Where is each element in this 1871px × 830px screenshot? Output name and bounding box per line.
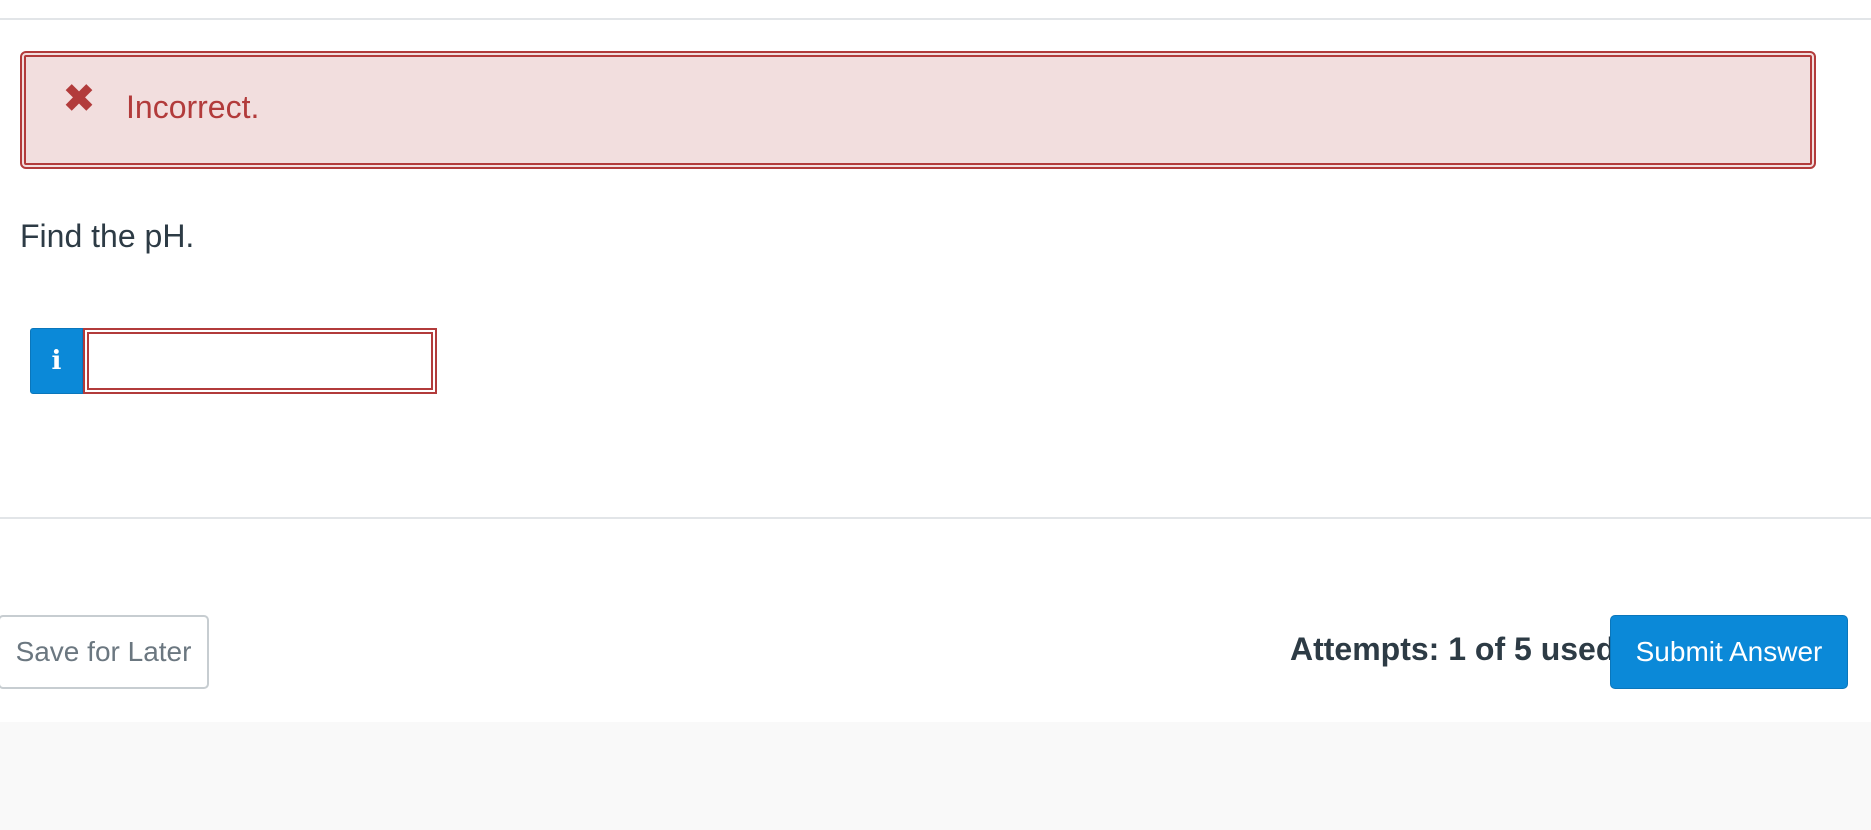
submit-answer-button[interactable]: Submit Answer (1610, 615, 1848, 689)
info-icon[interactable]: i (30, 328, 83, 394)
save-for-later-button[interactable]: Save for Later (0, 615, 209, 689)
answer-field[interactable] (83, 328, 437, 394)
question-prompt: Find the pH. (20, 218, 195, 254)
section-divider (0, 517, 1871, 519)
attempts-counter: Attempts: 1 of 5 used (1290, 631, 1616, 667)
quiz-question-page: ✖ Incorrect. Find the pH. i Save for Lat… (0, 0, 1871, 830)
answer-input-group: i (30, 328, 437, 394)
question-footer: Save for Later Attempts: 1 of 5 used Sub… (0, 600, 1871, 700)
close-x-icon: ✖ (62, 77, 96, 121)
top-divider (0, 18, 1871, 20)
feedback-message: Incorrect. (126, 89, 260, 125)
incorrect-feedback-banner: ✖ Incorrect. (20, 51, 1816, 169)
page-bottom-background (0, 722, 1871, 830)
